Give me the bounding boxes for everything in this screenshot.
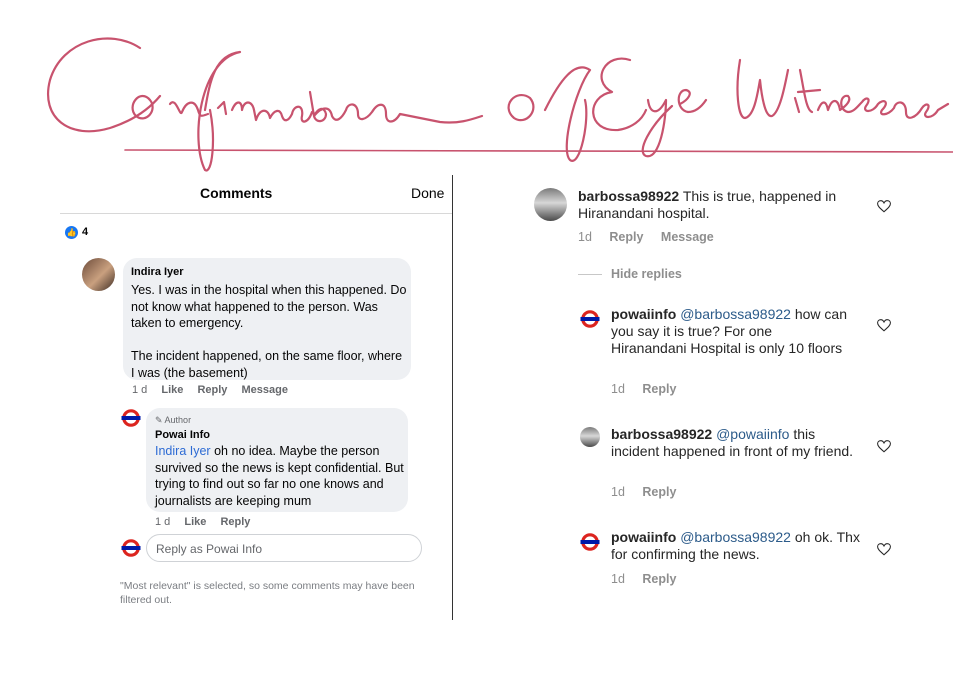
reply-reply-link[interactable]: Reply — [220, 516, 250, 528]
comment-time: 1d — [611, 382, 625, 396]
powai-info-logo-icon[interactable] — [121, 408, 141, 428]
comment-time: 1 d — [132, 384, 148, 396]
reply-link[interactable]: Reply — [642, 382, 676, 396]
comment-actions: 1d Reply — [611, 485, 690, 499]
comment-time: 1d — [578, 230, 592, 244]
reply-input[interactable]: Reply as Powai Info — [146, 534, 422, 562]
comment-text: barbossa98922 @powaiinfo this incident h… — [611, 426, 861, 460]
thumbs-up-icon: 👍 — [65, 226, 78, 239]
filter-note: "Most relevant" is selected, so some com… — [120, 580, 415, 606]
powai-info-logo-icon — [121, 539, 141, 557]
comment-username[interactable]: powaiinfo — [611, 306, 676, 322]
hide-replies-line — [578, 274, 602, 275]
comment-bubble: Indira Iyer Yes. I was in the hospital w… — [123, 258, 411, 380]
reply-link[interactable]: Reply — [609, 230, 643, 244]
comment-mention[interactable]: @barbossa98922 — [680, 529, 791, 545]
comment-text: powaiinfo @barbossa98922 how can you say… — [611, 306, 851, 357]
like-link[interactable]: Like — [161, 384, 183, 396]
author-tag: ✎ Author — [155, 415, 192, 425]
like-count: 4 — [82, 226, 89, 238]
reply-mention[interactable]: Indira Iyer — [155, 444, 211, 458]
comment-actions: 1d Reply — [611, 382, 690, 396]
reply-text-block: Indira Iyer oh no idea. Maybe the person… — [155, 443, 405, 509]
powaiinfo-avatar-icon[interactable] — [580, 532, 600, 552]
powaiinfo-avatar-icon[interactable] — [580, 309, 600, 329]
avatar[interactable] — [580, 427, 600, 447]
hide-replies-button[interactable]: Hide replies — [611, 267, 682, 281]
comment-actions: 1 d Like Reply Message — [132, 384, 299, 396]
reply-author[interactable]: Powai Info — [155, 429, 210, 441]
comment-text: barbossa98922 This is true, happened in … — [578, 188, 858, 222]
comment-actions: 1d Reply Message — [578, 230, 728, 244]
comment-time: 1d — [611, 572, 625, 586]
reply-like-link[interactable]: Like — [184, 516, 206, 528]
reply-bubble: ✎ Author Powai Info Indira Iyer oh no id… — [146, 408, 408, 512]
reply-time: 1 d — [155, 516, 171, 528]
avatar[interactable] — [82, 258, 115, 291]
comment-text: powaiinfo @barbossa98922 oh ok. Thx for … — [611, 529, 861, 563]
comment-actions: 1d Reply — [611, 572, 690, 586]
heart-icon[interactable] — [877, 319, 891, 332]
comment-text: Yes. I was in the hospital when this hap… — [131, 283, 407, 380]
reply-actions: 1 d Like Reply — [155, 516, 261, 528]
handwritten-title — [47, 37, 953, 172]
comment-author[interactable]: Indira Iyer — [131, 266, 184, 278]
comment-username[interactable]: barbossa98922 — [578, 188, 679, 204]
reply-link[interactable]: Reply — [197, 384, 227, 396]
avatar[interactable] — [534, 188, 567, 221]
author-tag-label: Author — [164, 415, 192, 425]
facebook-comments-panel: Comments Done 👍 4 Indira Iyer Yes. I was… — [55, 175, 455, 625]
comments-header-title: Comments — [200, 185, 273, 201]
comment-time: 1d — [611, 485, 625, 499]
heart-icon[interactable] — [877, 200, 891, 213]
heart-icon[interactable] — [877, 543, 891, 556]
message-link[interactable]: Message — [241, 384, 287, 396]
reply-link[interactable]: Reply — [642, 572, 676, 586]
comment-username[interactable]: barbossa98922 — [611, 426, 712, 442]
heart-icon[interactable] — [877, 440, 891, 453]
comment-mention[interactable]: @powaiinfo — [716, 426, 789, 442]
comment-mention[interactable]: @barbossa98922 — [680, 306, 791, 322]
header-divider — [60, 213, 452, 214]
done-button[interactable]: Done — [411, 185, 444, 201]
reply-link[interactable]: Reply — [642, 485, 676, 499]
comment-username[interactable]: powaiinfo — [611, 529, 676, 545]
message-link[interactable]: Message — [661, 230, 714, 244]
